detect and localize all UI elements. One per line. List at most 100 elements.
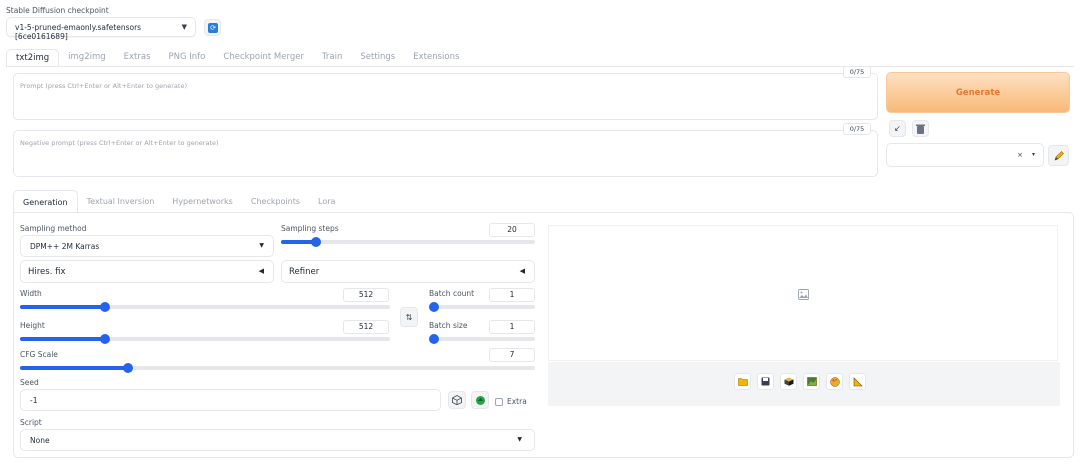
send-to-inpaint-button[interactable] <box>826 373 843 390</box>
reuse-seed-button[interactable] <box>471 391 489 409</box>
swap-icon: ⇅ <box>405 313 413 322</box>
refresh-checkpoint-button[interactable]: ⟳ <box>204 19 221 36</box>
tab-txt2img[interactable]: txt2img <box>6 49 60 67</box>
image-icon <box>798 289 809 300</box>
slider-fill <box>20 337 106 341</box>
script-dropdown[interactable]: None ▼ <box>20 429 535 451</box>
chevron-down-icon: ▾ <box>1031 151 1035 158</box>
seed-value: -1 <box>30 396 38 405</box>
tab-settings[interactable]: Settings <box>351 49 404 67</box>
batch-size-label: Batch size <box>429 321 468 330</box>
swap-dimensions-button[interactable]: ⇅ <box>400 307 418 327</box>
checkpoint-label: Stable Diffusion checkpoint <box>6 6 109 15</box>
checkpoint-value: v1-5-pruned-emaonly.safetensors [6ce0161… <box>15 23 142 41</box>
send-to-extras-icon <box>853 377 863 387</box>
tab-checkpoint-merger[interactable]: Checkpoint Merger <box>214 49 313 67</box>
tab-lora[interactable]: Lora <box>309 190 344 213</box>
sampling-steps-label: Sampling steps <box>281 224 339 233</box>
tab-hypernetworks[interactable]: Hypernetworks <box>163 190 242 213</box>
output-toolbar <box>548 362 1060 406</box>
output-image-area <box>548 225 1058 361</box>
tabs-divider <box>6 66 1074 67</box>
edit-styles-button[interactable] <box>1048 145 1069 166</box>
seed-label: Seed <box>20 378 39 387</box>
tab-img2img[interactable]: img2img <box>59 49 114 67</box>
zip-button[interactable] <box>780 373 797 390</box>
batch-count-slider[interactable] <box>429 302 535 312</box>
slider-fill <box>20 366 129 370</box>
prompt-input[interactable]: Prompt (press Ctrl+Enter or Alt+Enter to… <box>13 73 878 120</box>
pencil-icon <box>1054 151 1064 161</box>
send-to-img2img-button[interactable] <box>803 373 820 390</box>
script-label: Script <box>20 418 42 427</box>
slider-fill <box>20 305 106 309</box>
negative-prompt-placeholder: Negative prompt (press Ctrl+Enter or Alt… <box>20 139 219 147</box>
batch-size-slider[interactable] <box>429 334 535 344</box>
send-to-img2img-icon <box>806 377 817 386</box>
refresh-icon: ⟳ <box>208 23 218 33</box>
paste-prompt-button[interactable]: ↙ <box>889 120 906 137</box>
tab-png-info[interactable]: PNG Info <box>160 49 215 67</box>
save-button[interactable] <box>757 373 774 390</box>
recycle-icon <box>475 396 485 405</box>
generation-subtabs: Generation Textual Inversion Hypernetwor… <box>13 190 344 213</box>
sampling-steps-input[interactable]: 20 <box>489 223 535 237</box>
negative-prompt-input[interactable]: Negative prompt (press Ctrl+Enter or Alt… <box>13 130 878 177</box>
trash-icon <box>916 124 925 134</box>
save-icon <box>761 377 770 386</box>
main-tabs: txt2img img2img Extras PNG Info Checkpoi… <box>6 49 468 67</box>
tab-extras[interactable]: Extras <box>115 49 160 67</box>
batch-count-label: Batch count <box>429 289 475 298</box>
batch-size-input[interactable]: 1 <box>489 320 535 334</box>
checkpoint-dropdown[interactable]: v1-5-pruned-emaonly.safetensors [6ce0161… <box>6 17 196 41</box>
script-value: None <box>30 436 50 445</box>
styles-dropdown[interactable]: × ▾ <box>886 143 1044 167</box>
tab-checkpoints[interactable]: Checkpoints <box>242 190 309 213</box>
sampling-method-label: Sampling method <box>20 224 87 233</box>
cfg-scale-input[interactable]: 7 <box>489 348 535 362</box>
slider-thumb[interactable] <box>429 334 439 344</box>
tab-train[interactable]: Train <box>313 49 351 67</box>
width-slider[interactable] <box>20 302 390 312</box>
random-seed-button[interactable] <box>448 391 466 409</box>
clear-prompt-button[interactable] <box>912 120 929 137</box>
tab-generation[interactable]: Generation <box>13 190 78 213</box>
slider-thumb[interactable] <box>429 302 439 312</box>
slider-thumb[interactable] <box>310 237 321 247</box>
cfg-scale-label: CFG Scale <box>20 350 58 359</box>
extra-seed-label: Extra <box>507 397 527 406</box>
collapse-triangle-icon: ◀ <box>258 267 264 275</box>
hires-fix-label: Hires. fix <box>28 267 66 277</box>
height-label: Height <box>20 321 45 330</box>
paste-icon: ↙ <box>894 124 901 133</box>
send-to-inpaint-icon <box>829 377 840 387</box>
width-input[interactable]: 512 <box>343 288 389 302</box>
chevron-down-icon: ▼ <box>181 23 187 31</box>
sampling-method-value: DPM++ 2M Karras <box>30 242 100 251</box>
zip-icon <box>784 377 793 386</box>
tab-extensions[interactable]: Extensions <box>404 49 468 67</box>
sampling-method-dropdown[interactable]: DPM++ 2M Karras ▼ <box>20 235 274 257</box>
extra-seed-checkbox[interactable] <box>495 398 503 406</box>
collapse-triangle-icon: ◀ <box>519 267 525 275</box>
refiner-label: Refiner <box>289 267 320 277</box>
send-to-extras-button[interactable] <box>849 373 866 390</box>
negative-prompt-token-counter: 0/75 <box>843 123 871 135</box>
open-folder-button[interactable] <box>734 373 751 390</box>
sampling-steps-slider[interactable] <box>281 237 535 247</box>
hires-fix-accordion[interactable]: Hires. fix ◀ <box>20 260 274 283</box>
prompt-token-counter: 0/75 <box>843 66 871 78</box>
folder-icon <box>737 378 748 386</box>
cfg-scale-slider[interactable] <box>20 363 535 373</box>
width-label: Width <box>20 289 42 298</box>
tab-textual-inversion[interactable]: Textual Inversion <box>78 190 164 213</box>
clear-styles-icon[interactable]: × <box>1017 151 1023 159</box>
chevron-down-icon: ▼ <box>517 436 522 443</box>
height-input[interactable]: 512 <box>343 320 389 334</box>
dice-icon <box>452 394 462 406</box>
generate-button[interactable]: Generate <box>886 72 1070 113</box>
refiner-accordion[interactable]: Refiner ◀ <box>281 260 535 283</box>
batch-count-input[interactable]: 1 <box>489 288 535 302</box>
height-slider[interactable] <box>20 334 390 344</box>
seed-input[interactable]: -1 <box>20 389 441 411</box>
